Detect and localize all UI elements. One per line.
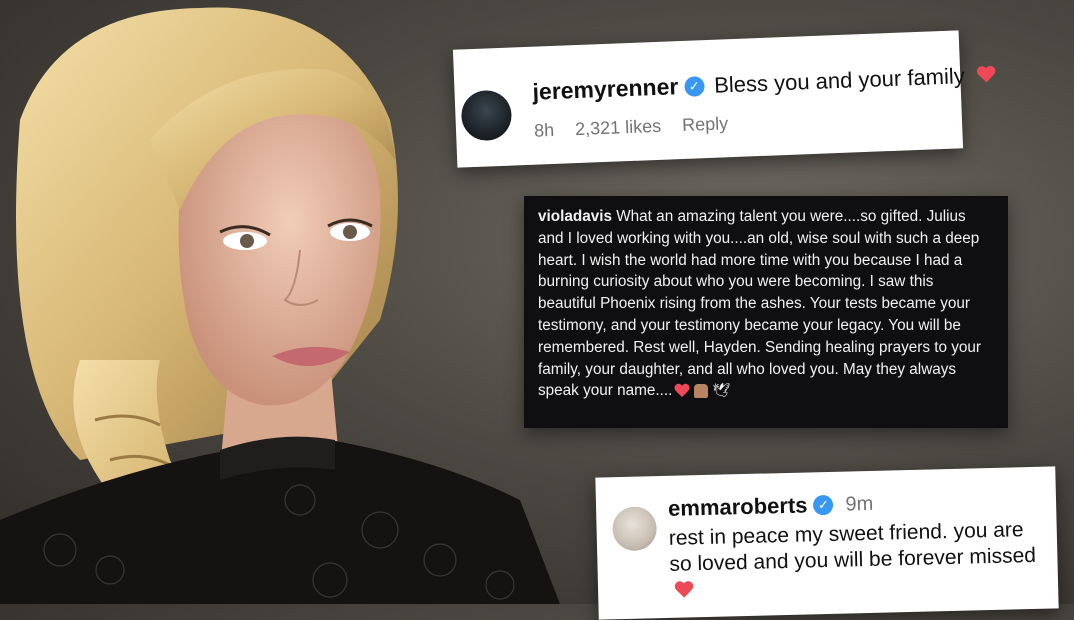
comment-card-emmaroberts: emmaroberts ✓ 9m rest in peace my sweet …	[595, 466, 1059, 620]
comment-time: 9m	[845, 492, 874, 516]
avatar[interactable]	[612, 506, 658, 552]
emoji-group: 🕊	[672, 380, 730, 402]
avatar[interactable]	[460, 89, 513, 142]
verified-badge-icon: ✓	[813, 494, 834, 516]
comment-text: Bless you and your family	[713, 62, 966, 98]
heart-emoji-icon	[674, 384, 690, 399]
dove-emoji-icon: 🕊	[712, 382, 731, 399]
username[interactable]: violadavis	[538, 208, 612, 225]
comment-text: rest in peace my sweet friend. you are s…	[668, 518, 1037, 576]
verified-badge-icon: ✓	[683, 75, 705, 97]
heart-emoji-icon	[674, 581, 694, 599]
comment-text: What an amazing talent you were....so gi…	[538, 208, 981, 400]
username[interactable]: emmaroberts	[668, 492, 808, 521]
comment-likes[interactable]: 2,321 likes	[575, 116, 662, 139]
username[interactable]: jeremyrenner	[532, 73, 679, 106]
comment-card-violadavis: violadavis What an amazing talent you we…	[524, 196, 1008, 428]
praying-hands-emoji-icon	[694, 384, 709, 399]
heart-emoji-icon	[976, 65, 997, 84]
reply-button[interactable]: Reply	[682, 113, 729, 135]
comment-time: 8h	[533, 119, 555, 141]
comment-card-jeremyrenner: jeremyrenner ✓ Bless you and your family…	[452, 30, 966, 168]
